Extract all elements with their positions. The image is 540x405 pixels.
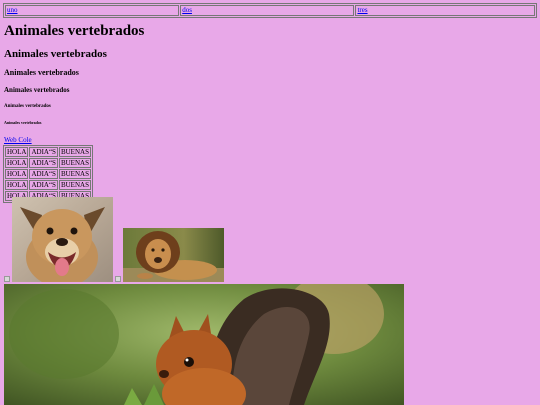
table-cell: BUENAS (58, 158, 91, 168)
table-row: HOLA ADIA“S BUENAS (5, 180, 91, 190)
lion-photo-icon (123, 228, 224, 282)
heading-1: Animales vertebrados (4, 23, 145, 39)
dog-photo-icon (12, 197, 113, 282)
table-cell: HOLA (5, 169, 29, 179)
nav-link-dos[interactable]: dos (182, 6, 192, 14)
heading-5: Animales vertebrados (4, 104, 51, 109)
nav-cell-2: dos (180, 5, 355, 16)
table-cell: BUENAS (58, 180, 91, 190)
broken-image-icon (4, 276, 10, 282)
heading-3: Animales vertebrados (4, 68, 79, 77)
table-cell: HOLA (5, 147, 29, 157)
squirrel-image (4, 284, 404, 405)
nav-cell-3: tres (355, 5, 535, 16)
dog-image (12, 197, 113, 282)
table-cell: ADIA“S (29, 158, 58, 168)
broken-image-icon (115, 276, 121, 282)
heading-2: Animales vertebrados (4, 48, 107, 60)
table-cell: HOLA (5, 158, 29, 168)
table-cell: ADIA“S (29, 169, 58, 179)
heading-4: Animales vertebrados (4, 86, 70, 94)
greetings-table: HOLA ADIA“S BUENAS HOLA ADIA“S BUENAS HO… (3, 145, 93, 203)
table-cell: HOLA (5, 180, 29, 190)
nav-link-uno[interactable]: uno (7, 6, 18, 14)
web-cole-link[interactable]: Web Cole (4, 136, 32, 145)
nav-table: uno dos tres (3, 3, 537, 18)
table-cell: ADIA“S (29, 147, 58, 157)
table-cell: ADIA“S (29, 180, 58, 190)
table-cell: BUENAS (58, 169, 91, 179)
table-row: HOLA ADIA“S BUENAS (5, 158, 91, 168)
heading-6: Animales vertebrados (4, 120, 42, 125)
table-cell: BUENAS (58, 147, 91, 157)
nav-cell-1: uno (5, 5, 180, 16)
nav-link-tres[interactable]: tres (357, 6, 367, 14)
table-row: HOLA ADIA“S BUENAS (5, 147, 91, 157)
squirrel-photo-icon (4, 284, 404, 405)
table-row: HOLA ADIA“S BUENAS (5, 169, 91, 179)
lion-image (123, 228, 224, 282)
